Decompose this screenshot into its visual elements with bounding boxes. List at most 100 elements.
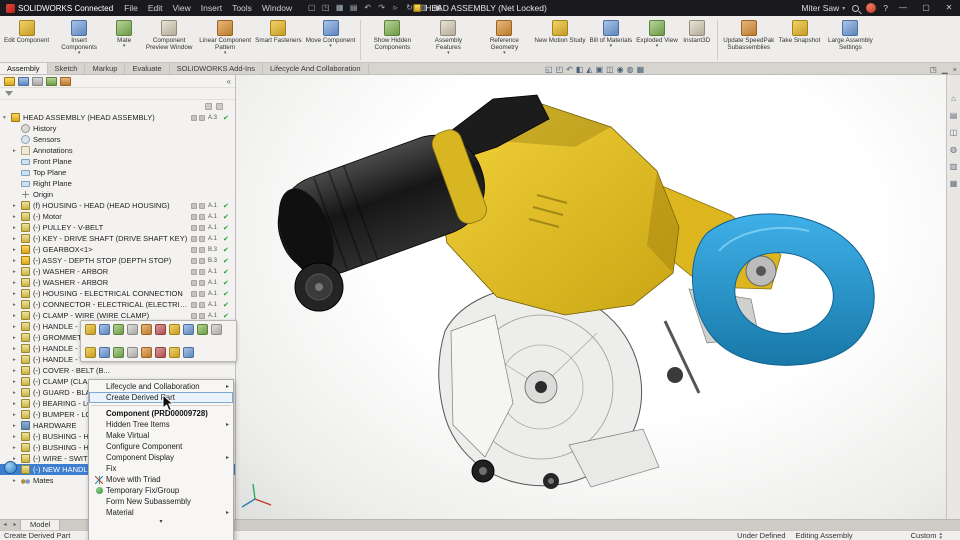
suppress-icon[interactable] [155,324,166,335]
zoom-fit-icon[interactable]: ◱ [545,64,553,75]
tab-model[interactable]: Model [20,520,61,530]
configure-component-icon[interactable] [99,347,110,358]
fix-icon[interactable] [169,324,180,335]
expand-icon[interactable]: ▸ [13,445,21,451]
apply-scene-icon[interactable]: ▦ [637,64,645,75]
menu-window[interactable]: Window [257,0,297,16]
expand-icon[interactable]: ▸ [13,236,21,242]
tree-row-right-plane[interactable]: Right Plane [0,178,235,189]
tabs-prev-icon[interactable]: ◂ [0,520,10,530]
featuremanager-tab-icon-5[interactable] [60,76,71,86]
menu-item-temporary-fix-group[interactable]: Temporary Fix/Group [89,485,233,496]
ribbon-button-insert-components[interactable]: Insert Components ▾ [51,18,107,62]
menu-item-create-derived-part[interactable]: Create Derived Part [89,392,233,403]
tree-row-head-assembly-head-assembly[interactable]: ▾ HEAD ASSEMBLY (HEAD ASSEMBLY) A.3 ✔ [0,112,235,123]
expand-icon[interactable]: ▸ [13,203,21,209]
expand-icon[interactable]: ▸ [13,412,21,418]
expand-icon[interactable]: ▸ [13,258,21,264]
user-avatar[interactable] [866,3,877,13]
menu-insert[interactable]: Insert [196,0,227,16]
expand-icon[interactable]: ▸ [13,148,21,154]
menu-more-icon[interactable]: ▾ [89,518,233,526]
lock-icon[interactable] [113,347,124,358]
expand-icon[interactable]: ▸ [13,269,21,275]
graphics-viewport[interactable] [237,75,946,519]
ribbon-button-move-component[interactable]: Move Component ▾ [304,18,358,62]
expand-icon[interactable]: ▸ [13,346,21,352]
expand-icon[interactable]: ▸ [13,335,21,341]
design-library-icon[interactable]: ▤ [950,112,958,120]
edit-appearance-icon[interactable]: ◍ [627,64,634,75]
menu-edit[interactable]: Edit [143,0,168,16]
tree-row-f-housing-head-head-housing[interactable]: ▸ (f) HOUSING - HEAD (HEAD HOUSING) A.1 ✔ [0,200,235,211]
menu-item-move-with-triad[interactable]: Move with Triad [89,474,233,485]
featuremanager-tab-icon-3[interactable] [32,76,43,86]
ribbon-button-linear-component-pattern[interactable]: Linear Component Pattern ▾ [197,18,253,62]
annotation-views-icon[interactable]: ◭ [586,64,592,75]
ribbon-button-assembly-features[interactable]: Assembly Features ▾ [420,18,476,62]
expand-icon[interactable]: ▸ [13,434,21,440]
ribbon-button-reference-geometry[interactable]: Reference Geometry ▾ [476,18,532,62]
redo-icon[interactable]: ↷ [375,0,388,16]
search-icon[interactable] [852,4,860,12]
expand-icon[interactable]: ▸ [13,302,21,308]
expand-icon[interactable]: ▸ [13,357,21,363]
menu-tools[interactable]: Tools [227,0,257,16]
restore-document-icon[interactable]: ◳ [930,64,937,75]
expand-icon[interactable]: ▸ [13,225,21,231]
menu-item-lifecycle-and-collaboration[interactable]: Lifecycle and Collaboration ▸ [89,381,233,392]
tree-row-key-drive-shaft-drive-shaft-key[interactable]: ▸ (-) KEY - DRIVE SHAFT (DRIVE SHAFT KEY)… [0,233,235,244]
section-view-icon[interactable]: ◧ [576,64,584,75]
profile-selector[interactable]: Miter Saw ▾ [801,3,845,13]
help-button[interactable]: ? [883,3,888,13]
expand-icon[interactable]: ▸ [13,313,21,319]
zoom-to-selection-icon[interactable] [85,347,96,358]
expand-icon[interactable]: ▸ [13,368,21,374]
comment-icon[interactable] [127,347,138,358]
expand-icon[interactable]: ▸ [13,280,21,286]
new-file-icon[interactable]: ▢ [305,0,318,16]
menu-item-hidden-tree-items[interactable]: Hidden Tree Items ▸ [89,419,233,430]
ribbon-button-smart-fasteners[interactable]: Smart Fasteners [253,18,304,62]
tree-row-gearbox-1[interactable]: ▸ (-) GEARBOX<1> B.3 ✔ [0,244,235,255]
undo-icon[interactable]: ↶ [361,0,374,16]
maximize-button[interactable]: ▢ [918,0,934,16]
tree-row-history[interactable]: History [0,123,235,134]
tree-row-washer-arbor[interactable]: ▸ (-) WASHER - ARBOR A.1 ✔ [0,277,235,288]
expand-icon[interactable]: ▸ [13,390,21,396]
view-orientation-icon[interactable]: ▣ [596,64,604,75]
select-icon[interactable]: ▹ [389,0,402,16]
tree-filter-bar[interactable] [0,88,235,100]
home-icon[interactable]: ⌂ [951,95,956,103]
ribbon-button-large-assembly-settings[interactable]: Large Assembly Settings [822,18,878,62]
delete-icon[interactable] [197,324,208,335]
minimize-button[interactable]: — [895,0,911,16]
ribbon-button-show-hidden-components[interactable]: Show Hidden Components [364,18,420,62]
appearances-icon[interactable]: ◍ [950,146,957,154]
expand-icon[interactable]: ▸ [13,324,21,330]
expand-icon[interactable]: ▸ [13,214,21,220]
ribbon-button-edit-component[interactable]: Edit Component [2,18,51,62]
collapse-panel-icon[interactable]: « [227,77,231,86]
component-preview-bubble[interactable] [4,461,17,474]
file-explorer-icon[interactable]: ◫ [950,129,958,137]
expand-icon[interactable]: ▸ [13,379,21,385]
menu-item-material[interactable]: Material ▸ [89,507,233,518]
tree-row-sensors[interactable]: Sensors [0,134,235,145]
tree-row-cover-belt-b[interactable]: ▸ (-) COVER - BELT (B... [0,365,235,376]
tree-row-front-plane[interactable]: Front Plane [0,156,235,167]
properties-icon[interactable] [155,347,166,358]
tree-row-annotations[interactable]: ▸ Annotations [0,145,235,156]
ribbon-button-exploded-view[interactable]: Exploded View ▾ [634,18,680,62]
tree-row-washer-arbor[interactable]: ▸ (-) WASHER - ARBOR A.1 ✔ [0,266,235,277]
expand-icon[interactable]: ▸ [13,478,21,484]
open-part-icon[interactable] [99,324,110,335]
ribbon-button-mate[interactable]: Mate ▾ [107,18,141,62]
expand-icon[interactable]: ▸ [13,247,21,253]
tab-sketch[interactable]: Sketch [48,63,86,74]
ribbon-button-new-motion-study[interactable]: New Motion Study [532,18,587,62]
tab-solidworks-add-ins[interactable]: SOLIDWORKS Add-Ins [170,63,264,74]
tree-row-assy-depth-stop-depth-stop[interactable]: ▸ (-) ASSY - DEPTH STOP (DEPTH STOP) B.3 ✔ [0,255,235,266]
tree-row-origin[interactable]: Origin [0,189,235,200]
ribbon-button-bill-of-materials[interactable]: Bill of Materials ▾ [588,18,635,62]
